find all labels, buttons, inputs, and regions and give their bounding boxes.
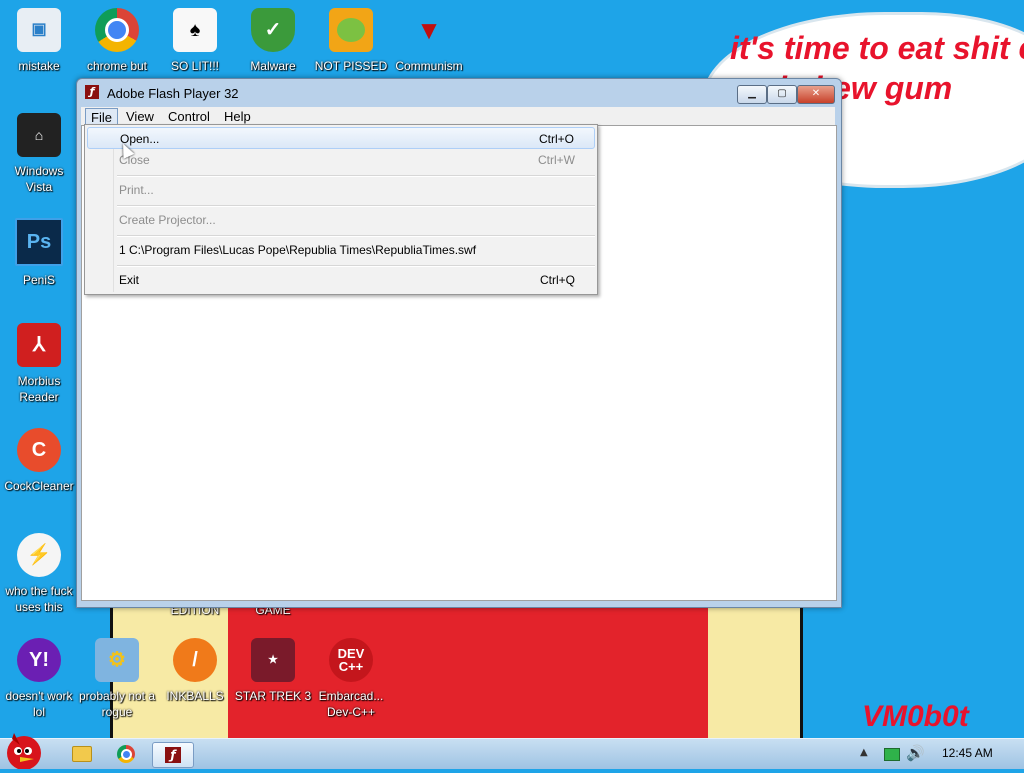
volume-icon[interactable]: 🔊 [906,744,925,762]
desktop-icon-label: probably not a rogue [78,689,156,719]
menu-separator [117,205,595,207]
flash-player-icon: ƒ [165,747,181,763]
desktop-icon-label: PeniS [22,273,56,287]
recycle-bin-icon: ⌂ [17,113,61,157]
desktop-icon-label: who the fuck uses this [5,584,73,614]
desktop-icon-label: SO LIT!!! [170,59,219,73]
menu-item-print[interactable]: Print... [87,179,595,201]
close-button[interactable]: ✕ [797,85,835,104]
ccleaner-icon: C [17,428,61,472]
menu-item-label: Print... [119,183,154,197]
solitaire-cards-icon: ♠ [173,8,217,52]
menu-help[interactable]: Help [219,108,256,125]
desktop-icon-label: Communism [395,59,463,73]
title-bar[interactable]: ƒ Adobe Flash Player 32 ▁ ▢ ✕ [77,79,841,107]
menu-item-close[interactable]: Close Ctrl+W [87,149,595,171]
desktop-icon-label: Malware [250,59,296,73]
photoshop-icon: Ps [15,218,63,266]
clock[interactable]: 12:45 AM [942,746,993,760]
angry-bird-start-icon [7,733,41,770]
desktop-icon-label: Embarcad... Dev-C++ [318,689,384,719]
inkball-icon: / [173,638,217,682]
menu-item-shortcut: Ctrl+W [538,153,575,167]
folder-icon [72,746,92,762]
computer-icon: ▣ [17,8,61,52]
menu-item-create-projector[interactable]: Create Projector... [87,209,595,231]
desktop-icon-so-lit[interactable]: ♠ SO LIT!!! [156,8,234,74]
desktop-icon-morbius-reader[interactable]: ⅄ Morbius Reader [0,323,78,405]
menu-item-label: Create Projector... [119,213,216,227]
chrome-icon [95,8,139,52]
wallpaper-cream-right [708,600,803,745]
taskbar-chrome-button[interactable] [106,742,146,766]
pdf-reader-icon: ⅄ [17,323,61,367]
desktop-icon-yahoo[interactable]: Y! doesn't work lol [0,638,78,720]
desktop-icon-label: mistake [18,59,60,73]
start-button[interactable] [0,729,48,770]
desktop-icon-star-trek-3[interactable]: ★ STAR TREK 3 [234,638,312,704]
desktop-icon-penis[interactable]: Ps PeniS [0,218,78,288]
desktop-icon-label: INKBALLS [166,689,224,703]
maximize-button[interactable]: ▢ [767,85,797,104]
menu-item-open[interactable]: Open... Ctrl+O [87,127,595,149]
desktop-icon-label: Morbius Reader [17,374,61,404]
minimize-button[interactable]: ▁ [737,85,767,104]
network-icon[interactable] [884,748,900,761]
taskbar-flash-player-button[interactable]: ƒ [152,742,194,768]
file-menu-dropdown: Open... Ctrl+O Close Ctrl+W Print... Cre… [84,124,598,295]
desktop-icon-probably-not-a-rogue[interactable]: ⚙ probably not a rogue [78,638,156,720]
desktop-icon-label: NOT PISSED [314,59,388,73]
desktop-icon-chrome-but[interactable]: chrome but [78,8,156,74]
desktop-icon-mistake[interactable]: ▣ mistake [0,8,78,74]
menu-item-shortcut: Ctrl+Q [539,273,575,287]
desktop-icon-dev-cpp[interactable]: DEV C++ Embarcad... Dev-C++ [312,638,390,720]
show-hidden-icons-button[interactable]: ▲ [860,747,868,758]
desktop-icon-label: chrome but [86,59,148,73]
desktop-icon-not-pissed[interactable]: NOT PISSED [312,8,390,74]
taskbar: ƒ ▲ 🔊 12:45 AM [0,733,1024,770]
desktop-icon-windows-vista[interactable]: ⌂ Windows Vista [0,113,78,195]
communism-emblem-icon: ▼ [416,15,442,45]
desktop-icon-label: Windows Vista [14,164,64,194]
menu-item-shortcut: Ctrl+O [538,132,574,146]
desktop-icon-cockcleaner[interactable]: C CockCleaner [0,428,78,494]
menu-view[interactable]: View [121,108,159,125]
shield-check-icon: ✓ [251,8,295,52]
desktop-icon-label: CockCleaner [4,479,74,493]
lightning-icon: ⚡ [17,533,61,577]
dev-cpp-icon: DEV C++ [329,638,373,682]
desktop-icon-who-uses-this[interactable]: ⚡ who the fuck uses this [0,533,78,615]
settings-gears-icon: ⚙ [95,638,139,682]
menu-item-exit[interactable]: Exit Ctrl+Q [87,269,595,291]
desktop-icon-label: doesn't work lol [5,689,73,719]
flash-player-icon: ƒ [85,85,99,99]
window-title: Adobe Flash Player 32 [107,86,239,101]
star-wars-game-icon: ★ [251,638,295,682]
menu-item-recent-file[interactable]: 1 C:\Program Files\Lucas Pope\Republia T… [87,239,595,261]
desktop-icon-malware[interactable]: ✓ Malware [234,8,312,74]
menu-separator [117,175,595,177]
menu-item-label: 1 C:\Program Files\Lucas Pope\Republia T… [119,243,477,257]
yahoo-messenger-icon: Y! [17,638,61,682]
menu-control[interactable]: Control [163,108,215,125]
menu-item-label: Exit [119,273,140,287]
angry-pig-icon [329,8,373,52]
desktop-icon-communism[interactable]: ▼ Communism [390,8,468,74]
menu-separator [117,265,595,267]
menu-separator [117,235,595,237]
desktop-icon-label: STAR TREK 3 [234,689,312,703]
wallpaper-signature: VM0b0t [862,700,969,733]
chrome-icon [117,745,135,763]
taskbar-explorer-button[interactable] [62,742,102,766]
desktop-icon-inkballs[interactable]: / INKBALLS [156,638,234,704]
